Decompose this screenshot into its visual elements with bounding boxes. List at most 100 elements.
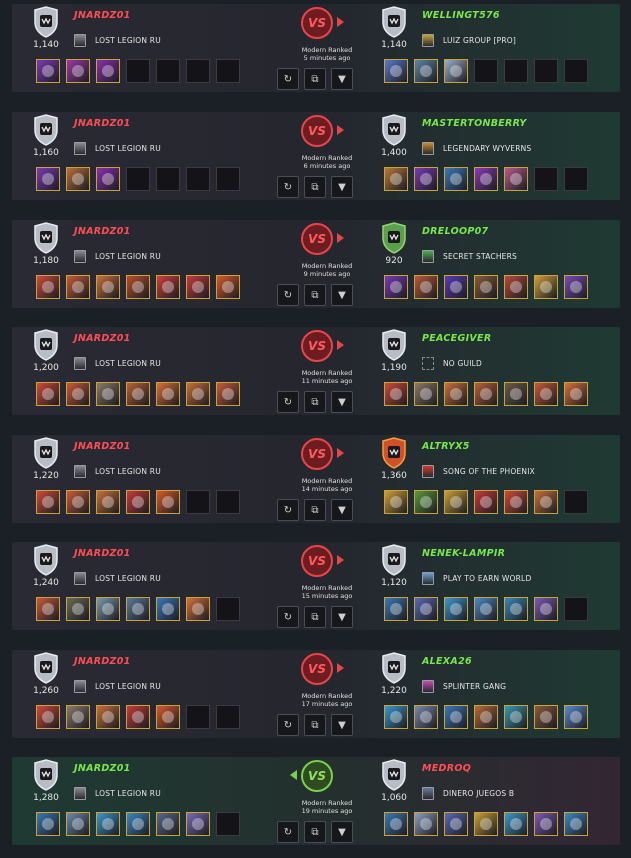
monster-card[interactable]: [444, 812, 468, 836]
copy-button[interactable]: ⧉: [304, 714, 326, 736]
monster-card[interactable]: [474, 382, 498, 406]
monster-card[interactable]: [534, 490, 558, 514]
player-name[interactable]: JNARDZ01: [74, 333, 131, 344]
monster-card[interactable]: [564, 812, 588, 836]
monster-card[interactable]: [444, 597, 468, 621]
player-name[interactable]: MASTERTONBERRY: [422, 118, 527, 129]
monster-card[interactable]: [504, 275, 528, 299]
monster-card[interactable]: [126, 812, 150, 836]
monster-card[interactable]: [156, 705, 180, 729]
monster-card[interactable]: [414, 59, 438, 83]
monster-card[interactable]: [444, 275, 468, 299]
player-name[interactable]: PEACEGIVER: [422, 333, 491, 344]
guild-name[interactable]: LOST LEGION RU: [95, 359, 161, 368]
monster-card[interactable]: [96, 275, 120, 299]
monster-card[interactable]: [474, 490, 498, 514]
monster-card[interactable]: [564, 275, 588, 299]
monster-card[interactable]: [384, 705, 408, 729]
monster-card[interactable]: [444, 382, 468, 406]
monster-card[interactable]: [66, 59, 90, 83]
monster-card[interactable]: [36, 490, 60, 514]
monster-card[interactable]: [504, 490, 528, 514]
player-name[interactable]: JNARDZ01: [74, 441, 131, 452]
monster-card[interactable]: [414, 705, 438, 729]
monster-card[interactable]: [96, 167, 120, 191]
guild-name[interactable]: LOST LEGION RU: [95, 574, 161, 583]
monster-card[interactable]: [414, 382, 438, 406]
guild-name[interactable]: NO GUILD: [443, 359, 482, 368]
monster-card[interactable]: [96, 812, 120, 836]
guild-name[interactable]: LOST LEGION RU: [95, 467, 161, 476]
monster-card[interactable]: [156, 382, 180, 406]
monster-card[interactable]: [444, 705, 468, 729]
player-name[interactable]: JNARDZ01: [74, 763, 131, 774]
monster-card[interactable]: [474, 275, 498, 299]
expand-button[interactable]: ▼: [331, 284, 353, 306]
monster-card[interactable]: [126, 275, 150, 299]
monster-card[interactable]: [156, 275, 180, 299]
monster-card[interactable]: [126, 490, 150, 514]
player-name[interactable]: JNARDZ01: [74, 226, 131, 237]
player-name[interactable]: JNARDZ01: [74, 656, 131, 667]
guild-name[interactable]: SONG OF THE PHOENIX: [443, 467, 535, 476]
monster-card[interactable]: [444, 490, 468, 514]
guild-name[interactable]: LOST LEGION RU: [95, 252, 161, 261]
monster-card[interactable]: [66, 597, 90, 621]
guild-name[interactable]: LOST LEGION RU: [95, 144, 161, 153]
guild-name[interactable]: PLAY TO EARN WORLD: [443, 574, 531, 583]
monster-card[interactable]: [414, 167, 438, 191]
monster-card[interactable]: [384, 59, 408, 83]
monster-card[interactable]: [504, 382, 528, 406]
copy-button[interactable]: ⧉: [304, 68, 326, 90]
expand-button[interactable]: ▼: [331, 499, 353, 521]
monster-card[interactable]: [384, 382, 408, 406]
monster-card[interactable]: [36, 167, 60, 191]
monster-card[interactable]: [414, 597, 438, 621]
guild-name[interactable]: LEGENDARY WYVERNS: [443, 144, 531, 153]
monster-card[interactable]: [66, 490, 90, 514]
monster-card[interactable]: [36, 59, 60, 83]
monster-card[interactable]: [186, 812, 210, 836]
monster-card[interactable]: [216, 275, 240, 299]
monster-card[interactable]: [384, 597, 408, 621]
monster-card[interactable]: [474, 597, 498, 621]
guild-name[interactable]: LOST LEGION RU: [95, 682, 161, 691]
monster-card[interactable]: [126, 705, 150, 729]
monster-card[interactable]: [186, 382, 210, 406]
monster-card[interactable]: [534, 275, 558, 299]
monster-card[interactable]: [444, 59, 468, 83]
player-name[interactable]: JNARDZ01: [74, 10, 131, 21]
monster-card[interactable]: [534, 705, 558, 729]
monster-card[interactable]: [504, 167, 528, 191]
guild-name[interactable]: LOST LEGION RU: [95, 789, 161, 798]
monster-card[interactable]: [504, 705, 528, 729]
monster-card[interactable]: [186, 275, 210, 299]
monster-card[interactable]: [96, 705, 120, 729]
monster-card[interactable]: [66, 705, 90, 729]
monster-card[interactable]: [564, 705, 588, 729]
guild-name[interactable]: LUIZ GROUP [PRO]: [443, 36, 516, 45]
monster-card[interactable]: [384, 275, 408, 299]
copy-button[interactable]: ⧉: [304, 499, 326, 521]
replay-button[interactable]: ↻: [277, 606, 299, 628]
player-name[interactable]: ALEXA26: [422, 656, 472, 667]
monster-card[interactable]: [384, 490, 408, 514]
copy-button[interactable]: ⧉: [304, 606, 326, 628]
copy-button[interactable]: ⧉: [304, 821, 326, 843]
monster-card[interactable]: [36, 275, 60, 299]
monster-card[interactable]: [36, 812, 60, 836]
monster-card[interactable]: [534, 597, 558, 621]
monster-card[interactable]: [96, 597, 120, 621]
monster-card[interactable]: [96, 59, 120, 83]
expand-button[interactable]: ▼: [331, 714, 353, 736]
guild-name[interactable]: SPLINTER GANG: [443, 682, 506, 691]
monster-card[interactable]: [156, 597, 180, 621]
monster-card[interactable]: [36, 705, 60, 729]
monster-card[interactable]: [414, 275, 438, 299]
guild-name[interactable]: SECRET STACHERS: [443, 252, 517, 261]
monster-card[interactable]: [96, 382, 120, 406]
expand-button[interactable]: ▼: [331, 821, 353, 843]
monster-card[interactable]: [474, 705, 498, 729]
replay-button[interactable]: ↻: [277, 499, 299, 521]
copy-button[interactable]: ⧉: [304, 176, 326, 198]
